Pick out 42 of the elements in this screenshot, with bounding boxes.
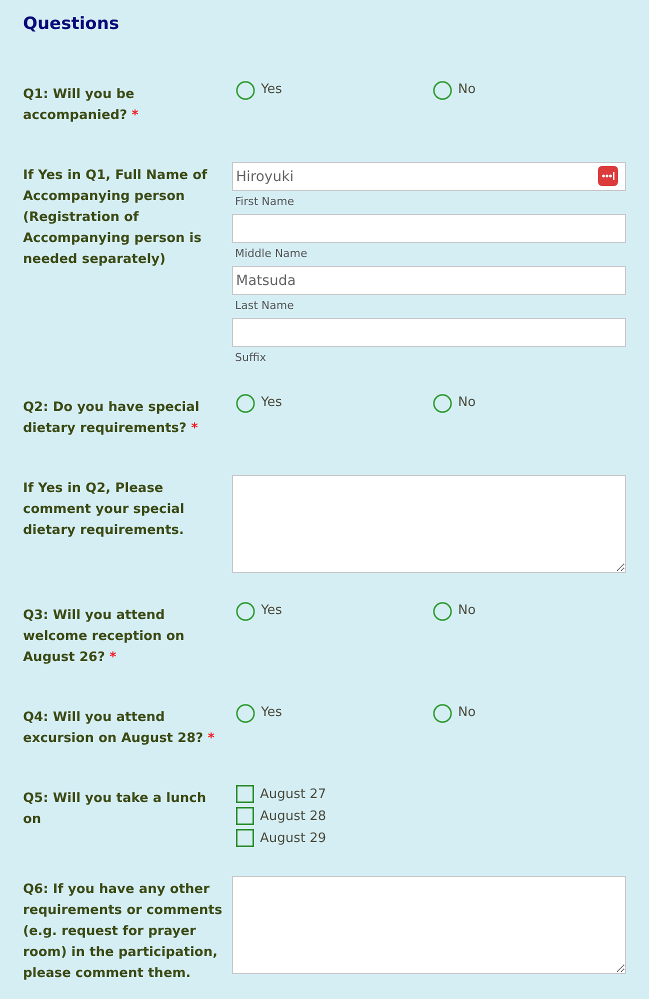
checkbox-option[interactable]: August 29 — [232, 829, 326, 847]
field-caption: First Name — [235, 195, 294, 209]
radio-circle-icon[interactable] — [433, 394, 452, 413]
radio-option[interactable]: Yes — [232, 394, 282, 413]
radio-circle-icon[interactable] — [236, 602, 255, 621]
section-heading: Questions — [23, 14, 120, 34]
question-label: Q3: Will you attend welcome reception on August 26? * — [23, 608, 184, 665]
question-label: Q1: Will you be accompanied? * — [23, 87, 138, 123]
radio-option[interactable]: Yes — [232, 81, 282, 100]
question-label: Q2: Do you have special dietary requirements? * — [23, 400, 200, 436]
radio-circle-icon[interactable] — [433, 602, 452, 621]
checkbox-option[interactable]: August 27 — [232, 785, 326, 803]
radio-circle-icon[interactable] — [236, 394, 255, 413]
password-dots-icon[interactable] — [598, 166, 618, 186]
question-label: Q4: Will you attend excursion on August 28? * — [23, 710, 215, 746]
text-field[interactable] — [232, 214, 626, 243]
text-field[interactable]: Hiroyuki — [232, 162, 626, 191]
field-caption: Middle Name — [235, 247, 308, 261]
radio-option[interactable]: No — [429, 602, 476, 621]
radio-circle-icon[interactable] — [236, 81, 255, 100]
field-caption: Last Name — [235, 299, 294, 313]
question-label: Q5: Will you take a lunch on — [23, 791, 206, 827]
text-field[interactable] — [232, 318, 626, 347]
checkbox-icon[interactable] — [236, 807, 254, 825]
question-label: If Yes in Q1, Full Name of Accompanying person (Registration of Accompanying person is needed separately) — [23, 168, 208, 267]
checkbox-icon[interactable] — [236, 785, 254, 803]
checkbox-icon[interactable] — [236, 829, 254, 847]
field-caption: Suffix — [235, 351, 266, 365]
radio-option[interactable]: Yes — [232, 602, 282, 621]
radio-option[interactable]: No — [429, 81, 476, 100]
radio-circle-icon[interactable] — [433, 81, 452, 100]
question-label: If Yes in Q2, Please comment your special dietary requirements. — [23, 481, 184, 538]
checkbox-option[interactable]: August 28 — [232, 807, 326, 825]
radio-circle-icon[interactable] — [236, 704, 255, 723]
comment-box[interactable] — [232, 475, 626, 573]
radio-circle-icon[interactable] — [433, 704, 452, 723]
radio-option[interactable]: No — [429, 704, 476, 723]
radio-option[interactable]: Yes — [232, 704, 282, 723]
question-label: Q6: If you have any other requirements or comments (e.g. request for prayer room) in the participation, please comment them. — [23, 882, 222, 981]
radio-option[interactable]: No — [429, 394, 476, 413]
text-field[interactable]: Matsuda — [232, 266, 626, 295]
comment-box[interactable] — [232, 876, 626, 974]
